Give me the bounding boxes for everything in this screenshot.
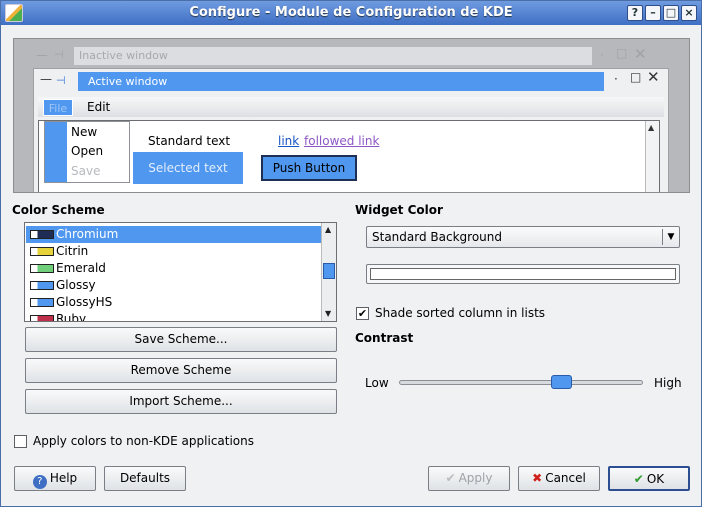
maximize-button[interactable]: □ <box>663 5 679 21</box>
active-window-preview: — ⊣ Active window · □ ✕ File Edit New Op… <box>33 68 669 192</box>
inactive-menu-icon: — <box>36 48 48 62</box>
cancel-icon: ✖ <box>532 471 543 485</box>
preview-scrollbar: ▲ <box>645 121 659 192</box>
help-button-label: Help <box>49 471 78 485</box>
checkmark-icon: ✔ <box>633 472 644 486</box>
scheme-item[interactable]: Citrin <box>26 243 321 260</box>
active-menu-icon: — <box>40 72 52 86</box>
contrast-low-label: Low <box>365 376 389 390</box>
defaults-button[interactable]: Defaults <box>104 466 186 491</box>
title-bar[interactable]: Configure - Module de Configuration de K… <box>1 1 701 25</box>
inactive-pin-icon: ⊣ <box>54 48 64 61</box>
active-pin-icon: ⊣ <box>56 74 66 87</box>
preview-menu-file: File <box>43 99 73 116</box>
scheme-item-label: Chromium <box>56 227 119 241</box>
color-scheme-list[interactable]: Chromium Citrin Emerald Glossy GlossyHS … <box>24 222 337 322</box>
scroll-down-icon[interactable]: ▼ <box>325 309 331 318</box>
chevron-down-icon[interactable]: ▼ <box>662 229 679 245</box>
preview-standard-text: Standard text <box>148 134 231 148</box>
swatch-icon <box>30 281 54 290</box>
preview-popup-menu: New Open Save <box>44 121 130 183</box>
scheme-item[interactable]: Ruby <box>26 311 321 322</box>
swatch-icon <box>30 230 54 239</box>
swatch-icon <box>30 247 54 256</box>
scheme-item-label: Glossy <box>56 278 96 292</box>
help-title-button[interactable]: ? <box>627 5 643 21</box>
inactive-window-title: Inactive window <box>74 47 592 65</box>
cancel-button-label: Cancel <box>545 471 586 485</box>
swatch-icon <box>30 315 54 321</box>
active-window-title: Active window <box>78 72 604 91</box>
ok-button-label: OK <box>646 472 665 486</box>
scheme-item[interactable]: GlossyHS <box>26 294 321 311</box>
apply-button-label: Apply <box>458 471 493 485</box>
contrast-high-label: High <box>654 376 682 390</box>
help-button[interactable]: ? Help <box>14 466 96 491</box>
widget-color-button[interactable] <box>366 264 680 284</box>
inactive-maximize-icon: □ <box>616 46 628 60</box>
widget-color-select[interactable]: Standard Background ▼ <box>366 226 680 248</box>
color-swatch <box>370 268 676 280</box>
swatch-icon <box>30 298 54 307</box>
preview-content: New Open Save Standard text Selected tex… <box>38 120 660 192</box>
preview-menu-edit: Edit <box>87 100 111 114</box>
color-scheme-label: Color Scheme <box>12 203 105 217</box>
active-close-icon: ✕ <box>647 68 660 86</box>
scheme-item-label: Citrin <box>56 244 89 258</box>
preview-menubar: File Edit <box>38 97 664 117</box>
scheme-preview: — ⊣ Inactive window · □ ✕ — ⊣ Active win… <box>13 38 690 193</box>
scheme-item[interactable]: Chromium <box>26 226 321 243</box>
active-minimize-icon: · <box>614 72 618 86</box>
scroll-up-icon[interactable]: ▲ <box>325 225 331 234</box>
widget-color-label: Widget Color <box>355 203 443 217</box>
ok-button[interactable]: ✔ OK <box>608 466 690 491</box>
scheme-item-label: Ruby <box>56 312 87 322</box>
help-icon: ? <box>32 475 47 489</box>
apply-button[interactable]: ✔ Apply <box>428 466 510 491</box>
active-maximize-icon: □ <box>630 70 642 84</box>
shade-sorted-label: Shade sorted column in lists <box>375 306 546 320</box>
configure-dialog: Configure - Module de Configuration de K… <box>0 0 702 507</box>
minimize-button[interactable]: – <box>645 5 661 21</box>
scheme-list-scrollbar[interactable]: ▲ ▼ <box>321 223 336 321</box>
preview-link: link <box>278 134 300 148</box>
popup-item-save: Save <box>71 164 101 178</box>
apply-non-kde-label: Apply colors to non-KDE applications <box>33 434 255 448</box>
apply-non-kde-checkbox[interactable] <box>14 435 27 448</box>
popup-item-new: New <box>71 125 98 139</box>
shade-sorted-checkbox[interactable]: ✔ <box>356 307 369 320</box>
scheme-item-label: GlossyHS <box>56 295 113 309</box>
contrast-slider-handle[interactable] <box>550 375 572 389</box>
popup-sidebar <box>45 122 67 182</box>
checkmark-icon: ✔ <box>445 471 456 485</box>
swatch-icon <box>30 264 54 273</box>
window-title: Configure - Module de Configuration de K… <box>189 5 513 20</box>
scrollbar-thumb[interactable] <box>323 263 335 279</box>
preview-followed-link: followed link <box>304 134 380 148</box>
import-scheme-button[interactable]: Import Scheme... <box>25 389 337 414</box>
cancel-button[interactable]: ✖ Cancel <box>518 466 600 491</box>
preview-push-button: Push Button <box>261 155 357 181</box>
scroll-up-icon: ▲ <box>648 123 655 132</box>
save-scheme-button[interactable]: Save Scheme... <box>25 327 337 352</box>
inactive-close-icon: ✕ <box>634 45 647 63</box>
scheme-item[interactable]: Emerald <box>26 260 321 277</box>
inactive-minimize-icon: · <box>600 48 604 62</box>
widget-color-value: Standard Background <box>372 230 502 244</box>
contrast-label: Contrast <box>355 331 414 345</box>
contrast-slider[interactable] <box>399 380 643 385</box>
close-button[interactable]: × <box>681 5 697 21</box>
scheme-item[interactable]: Glossy <box>26 277 321 294</box>
preview-selected-text: Selected text <box>133 152 243 184</box>
remove-scheme-button[interactable]: Remove Scheme <box>25 358 337 383</box>
popup-item-open: Open <box>71 144 104 158</box>
scheme-item-label: Emerald <box>56 261 106 275</box>
